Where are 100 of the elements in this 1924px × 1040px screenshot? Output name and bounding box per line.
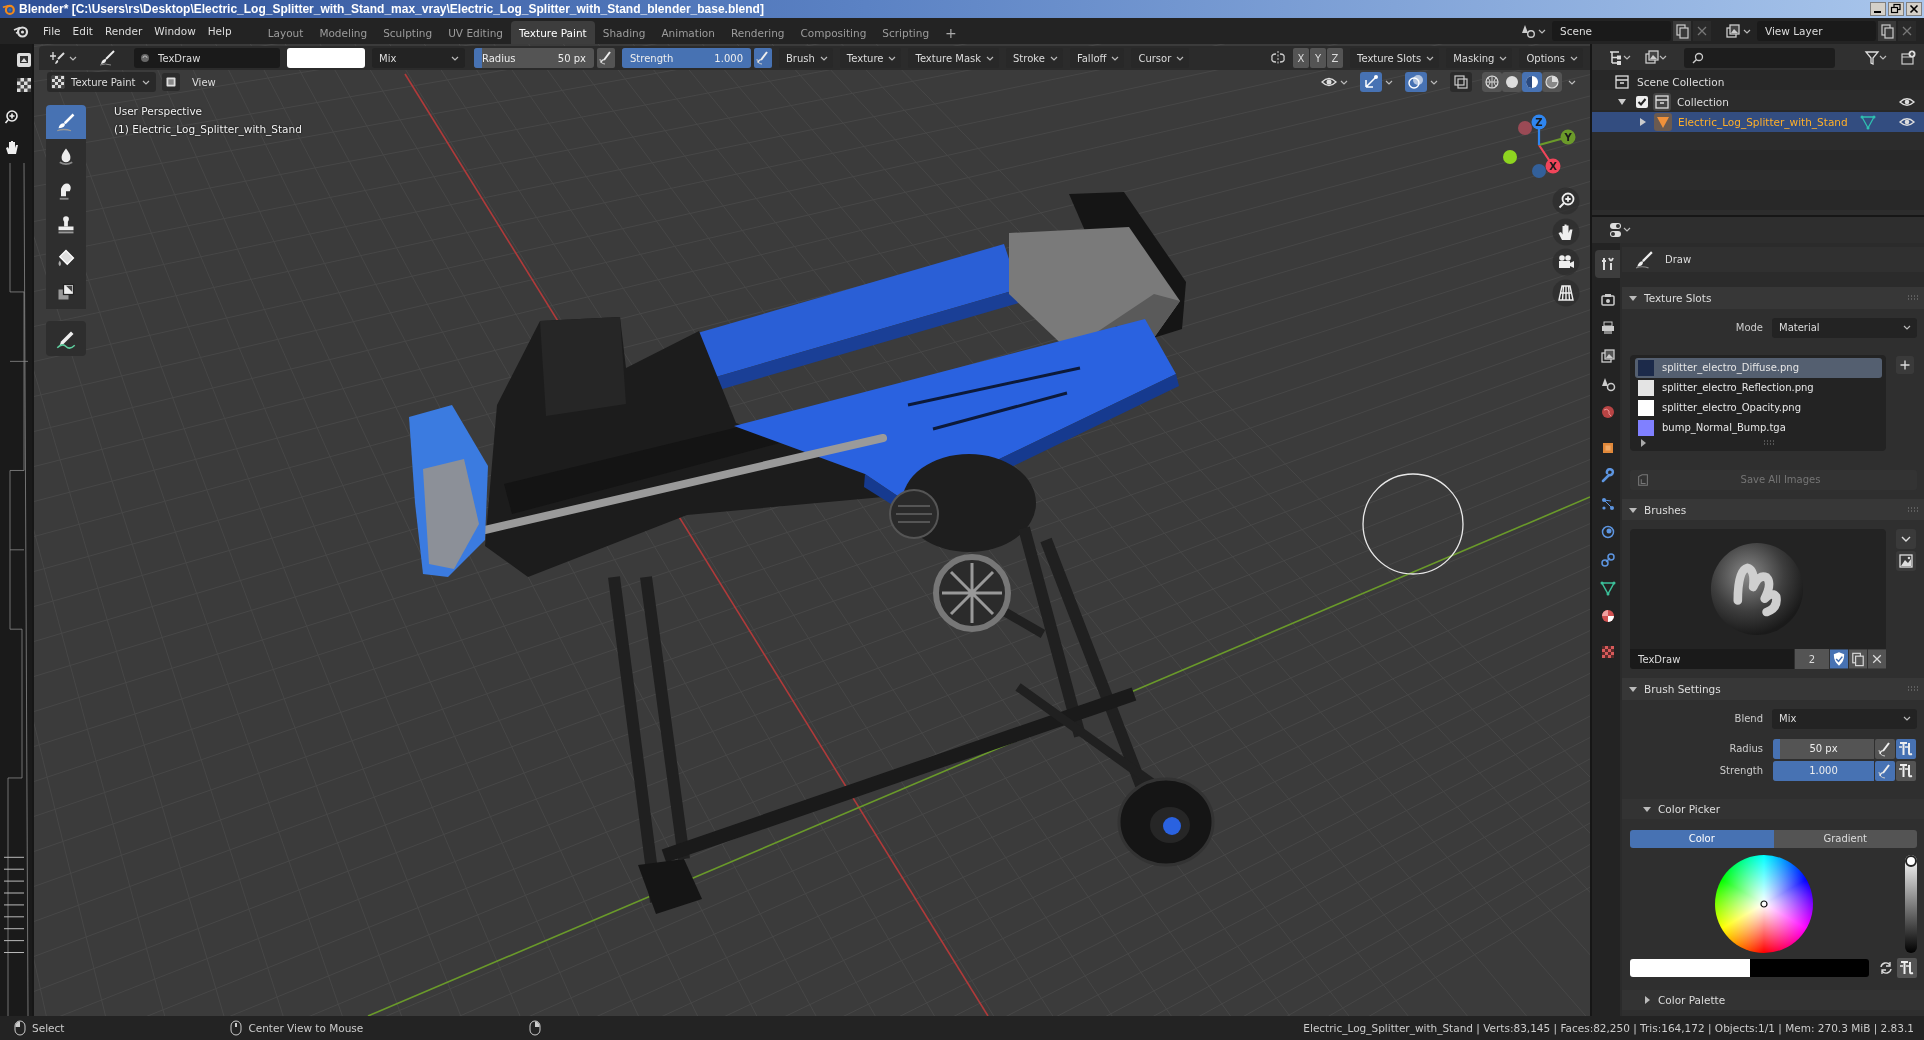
material-shading-icon[interactable] (1522, 72, 1542, 92)
panel-header[interactable]: Texture Slots (1622, 287, 1924, 309)
new-collection-icon[interactable] (1900, 50, 1916, 66)
dropdown-menu[interactable]: Stroke (1006, 48, 1063, 68)
dropdown-menu[interactable]: Falloff (1069, 48, 1125, 68)
workspace-tab[interactable]: Modeling (311, 21, 376, 44)
image-stack-icon[interactable] (1644, 49, 1668, 67)
view-layer-field[interactable]: View Layer (1757, 21, 1876, 41)
tree-list-icon[interactable] (1608, 49, 1632, 67)
symmetry-icon[interactable] (1270, 50, 1286, 66)
panel-header[interactable]: Brushes (1622, 498, 1924, 521)
user-count[interactable]: 2 (1795, 649, 1829, 670)
subpanel-header[interactable]: Color Palette (1622, 990, 1924, 1010)
drag-handle-icon[interactable] (1907, 506, 1919, 513)
zoom-icon[interactable] (4, 109, 20, 125)
add-workspace-tab[interactable]: + (937, 21, 965, 44)
dropdown-menu[interactable]: Brush (779, 48, 833, 68)
chevron-down-icon[interactable] (1896, 529, 1916, 550)
number-slider[interactable]: Radius 50 px (474, 48, 594, 68)
menu-item[interactable]: Help (201, 25, 238, 37)
workspace-tab[interactable]: Texture Paint (510, 21, 595, 44)
collapse-arrow-icon[interactable] (1642, 804, 1652, 814)
brush-preview[interactable] (1630, 529, 1886, 650)
pen-pressure-icon[interactable] (1875, 761, 1895, 781)
color-swatch[interactable] (1630, 959, 1750, 977)
menu-item[interactable]: Window (148, 25, 202, 37)
workspace-tab[interactable]: Compositing (792, 21, 875, 44)
minimize-icon[interactable] (1870, 2, 1886, 16)
zoom-icon[interactable] (1552, 187, 1580, 215)
swap-colors-icon[interactable] (1878, 960, 1894, 976)
tool-button[interactable] (46, 321, 86, 356)
copy-icon[interactable] (1878, 21, 1896, 41)
blend-dropdown[interactable]: Mix (372, 48, 465, 68)
texture-slot-item[interactable]: splitter_electro_Opacity.png (1635, 397, 1882, 418)
panel-header[interactable]: Brush Settings (1622, 678, 1924, 700)
texture-slot-item[interactable]: splitter_electro_Diffuse.png (1635, 357, 1882, 378)
axis-toggle[interactable]: Z (1327, 48, 1343, 68)
texture-slot-item[interactable]: bump_Normal_Bump.tga (1635, 417, 1882, 438)
pen-pressure-icon[interactable] (597, 48, 615, 68)
unified-setting-icon[interactable] (1896, 739, 1916, 759)
gizmo-icon[interactable] (1360, 72, 1382, 92)
texture-slot-item[interactable]: splitter_electro_Reflection.png (1635, 377, 1882, 398)
menu-item[interactable]: Edit (66, 25, 99, 37)
number-slider[interactable]: 1.000 (1773, 761, 1874, 781)
mode-select[interactable]: Material (1772, 317, 1917, 338)
unified-setting-icon[interactable] (1897, 958, 1917, 978)
number-slider[interactable]: 50 px (1773, 739, 1874, 759)
hand-icon[interactable] (4, 139, 20, 155)
brush-name-field[interactable]: TexDraw (1630, 649, 1794, 670)
dropdown-menu[interactable]: Texture (839, 48, 902, 68)
mesh-data-icon[interactable] (1860, 114, 1876, 130)
axis-toggle[interactable]: X (1293, 48, 1309, 68)
solid-shading-icon[interactable] (1502, 72, 1522, 92)
dropdown-menu[interactable]: Texture Slots (1350, 48, 1440, 68)
workspace-tab[interactable]: Shading (594, 21, 654, 44)
search-field[interactable] (1684, 48, 1835, 68)
dropdown-menu[interactable]: Cursor (1131, 48, 1190, 68)
mode-toggle[interactable]: Color (1630, 830, 1774, 848)
copy-icon[interactable] (1673, 21, 1691, 41)
drag-handle-icon[interactable] (1907, 686, 1919, 693)
subpanel-header[interactable]: Color Picker (1622, 799, 1924, 819)
axis-toggle[interactable]: Y (1310, 48, 1326, 68)
image-icon[interactable] (1896, 551, 1916, 572)
workspace-tab[interactable]: Animation (653, 21, 723, 44)
drag-handle-icon[interactable] (1907, 295, 1919, 302)
outliner-row[interactable]: Scene Collection (1592, 72, 1924, 92)
fake-user-shield-icon[interactable] (1830, 649, 1848, 670)
square-toggle-icon[interactable] (162, 72, 180, 92)
rendered-shading-icon[interactable] (1542, 72, 1562, 92)
number-slider[interactable]: Strength 1.000 (622, 48, 751, 68)
checker-icon[interactable] (16, 77, 32, 93)
scene-field[interactable]: Scene (1552, 21, 1671, 41)
resize-handle-icon[interactable] (1763, 440, 1775, 447)
collapse-arrow-icon[interactable] (1642, 995, 1652, 1005)
outliner-row[interactable]: Collection (1592, 92, 1924, 112)
workspace-tab[interactable]: Layout (259, 21, 312, 44)
workspace-tab[interactable]: Scripting (874, 21, 938, 44)
dropdown-menu[interactable]: Options (1519, 48, 1583, 68)
brush-name-field[interactable]: TexDraw (134, 48, 280, 68)
close-icon[interactable] (1906, 2, 1922, 16)
scene-icon[interactable] (1520, 23, 1536, 39)
grid-icon[interactable] (1552, 278, 1580, 307)
value-slider[interactable] (1905, 855, 1917, 953)
blend-select[interactable]: Mix (1772, 709, 1917, 729)
color-cursor-icon[interactable] (1759, 900, 1768, 908)
hand-icon[interactable] (1552, 217, 1580, 246)
color-swatch[interactable] (1749, 959, 1869, 977)
image-stack-icon[interactable] (1725, 23, 1741, 39)
dropdown-menu[interactable]: Texture Mask (908, 48, 999, 68)
camera-icon[interactable] (1552, 248, 1580, 276)
xray-icon[interactable] (1450, 72, 1472, 92)
properties-tab[interactable] (1595, 250, 1620, 278)
workspace-tab[interactable]: Sculpting (375, 21, 441, 44)
menu-item[interactable]: File (37, 25, 67, 37)
tool-button[interactable] (46, 275, 86, 309)
mode-dropdown[interactable]: Texture Paint (47, 72, 156, 92)
image-editor-icon[interactable] (16, 52, 32, 68)
expand-arrow-icon[interactable] (1638, 438, 1648, 449)
close-icon[interactable] (1868, 649, 1886, 670)
restore-icon[interactable] (1888, 2, 1904, 16)
